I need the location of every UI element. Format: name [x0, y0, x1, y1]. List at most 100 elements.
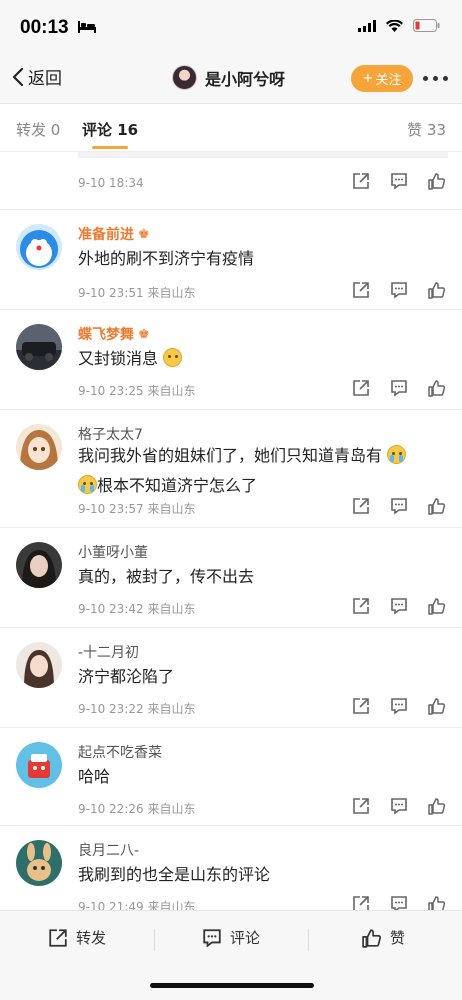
home-indicator[interactable] [150, 983, 314, 988]
comment-meta: 9-10 23:25 来自山东 [78, 384, 196, 398]
status-indicators [358, 19, 440, 32]
comment-text: 济宁都沦陷了 [78, 667, 175, 686]
comment-text: 又封锁消息 [78, 344, 438, 374]
wifi-icon [386, 19, 403, 32]
vip-crown-icon: ♚ [138, 226, 150, 242]
crying-emoji-icon [387, 445, 407, 464]
avatar[interactable] [16, 224, 62, 270]
like-icon[interactable] [428, 281, 446, 299]
comment-meta: 9-10 23:57 来自山东 [78, 502, 196, 516]
smile-emoji-icon [163, 348, 183, 367]
comment-actions [352, 497, 446, 515]
comment-actions [352, 697, 446, 715]
comment-text: 外地的刷不到济宁有疫情 [78, 249, 255, 268]
comment-icon[interactable] [390, 697, 408, 715]
commenter-name[interactable]: -十二月初 [78, 642, 139, 662]
follow-button[interactable]: + 关注 [351, 65, 413, 92]
share-icon[interactable] [352, 597, 370, 615]
user-name[interactable]: 是小阿兮呀 [205, 66, 285, 90]
avatar[interactable] [16, 840, 62, 886]
battery-low-icon [413, 19, 440, 32]
commenter-name[interactable]: 蝶飞梦舞 ♚ [78, 324, 150, 344]
comment-icon[interactable] [390, 497, 408, 515]
commenter-name[interactable]: 小董呀小董 [78, 542, 148, 562]
signal-icon [358, 19, 376, 32]
navigation-bar: 返回 是小阿兮呀 + 关注 [0, 52, 462, 104]
chevron-left-icon [12, 67, 24, 86]
share-icon[interactable] [352, 379, 370, 397]
comment-button[interactable]: 评论 [202, 927, 260, 948]
comment-text: 我问我外省的姐妹们了，她们只知道青岛有 根本不知道济宁怎么了 [78, 441, 438, 501]
like-icon[interactable] [428, 797, 446, 815]
commenter-name[interactable]: 良月二八- [78, 840, 139, 860]
comment-text: 哈哈 [78, 767, 111, 786]
comment-meta: 9-10 23:22 来自山东 [78, 702, 196, 716]
comment-item[interactable]: 格子太太7 我问我外省的姐妹们了，她们只知道青岛有 根本不知道济宁怎么了 9-1… [0, 410, 462, 528]
comment-icon[interactable] [390, 172, 408, 190]
divider [78, 152, 448, 158]
tab-bar: 转发 0 评论 16 赞 33 [0, 104, 462, 152]
comment-icon [203, 928, 221, 948]
tab-comments[interactable]: 评论 16 [82, 119, 138, 140]
divider [308, 929, 309, 951]
comment-item[interactable]: 起点不吃香菜 哈哈 9-10 22:26 来自山东 [0, 728, 462, 826]
avatar[interactable] [16, 424, 62, 470]
comment-icon[interactable] [390, 379, 408, 397]
avatar[interactable] [16, 642, 62, 688]
comment-item[interactable]: 蝶飞梦舞 ♚ 又封锁消息 9-10 23:25 来自山东 [0, 310, 462, 410]
comment-meta: 9-10 23:42 来自山东 [78, 602, 196, 616]
share-icon[interactable] [352, 697, 370, 715]
tab-repost[interactable]: 转发 0 [16, 119, 60, 140]
repost-button[interactable]: 转发 [48, 927, 106, 948]
list-item: 9-10 18:34 [0, 152, 462, 210]
divider [154, 929, 155, 951]
comment-meta: 9-10 23:51 来自山东 [78, 286, 196, 300]
avatar[interactable] [16, 742, 62, 788]
active-tab-indicator [92, 146, 128, 149]
avatar[interactable] [16, 542, 62, 588]
share-icon[interactable] [352, 797, 370, 815]
vip-crown-icon: ♚ [138, 326, 150, 342]
plus-icon: + [362, 71, 374, 86]
comment-item[interactable]: 小董呀小董 真的，被封了，传不出去 9-10 23:42 来自山东 [0, 528, 462, 628]
comment-meta: 9-10 22:26 来自山东 [78, 802, 196, 816]
comment-label: 评论 [230, 929, 261, 947]
like-icon[interactable] [428, 497, 446, 515]
comment-item[interactable]: 准备前进 ♚ 外地的刷不到济宁有疫情 9-10 23:51 来自山东 [0, 210, 462, 310]
comment-actions [352, 597, 446, 615]
like-icon[interactable] [428, 597, 446, 615]
comment-actions [352, 172, 446, 190]
comment-icon[interactable] [390, 597, 408, 615]
comment-item[interactable]: 良月二八- 我刷到的也全是山东的评论 9-10 21:49 来自山东 [0, 826, 462, 922]
comment-icon[interactable] [390, 797, 408, 815]
comment-time: 9-10 18:34 [78, 176, 144, 190]
comment-icon[interactable] [390, 281, 408, 299]
back-label: 返回 [28, 69, 62, 89]
avatar[interactable] [16, 324, 62, 370]
comment-actions [352, 281, 446, 299]
status-time: 00:13 [20, 17, 69, 38]
like-icon [362, 928, 382, 948]
more-options-icon[interactable] [423, 76, 448, 81]
comment-actions [352, 797, 446, 815]
nav-user[interactable]: 是小阿兮呀 [172, 65, 285, 90]
like-button[interactable]: 赞 [362, 927, 405, 948]
share-icon [49, 928, 67, 947]
like-icon[interactable] [428, 697, 446, 715]
follow-label: 关注 [375, 73, 402, 88]
like-icon[interactable] [428, 379, 446, 397]
user-avatar[interactable] [172, 65, 197, 90]
crying-emoji-icon [78, 475, 97, 494]
repost-label: 转发 [76, 929, 107, 947]
comment-text: 我刷到的也全是山东的评论 [78, 865, 271, 884]
comment-actions [352, 379, 446, 397]
share-icon[interactable] [352, 497, 370, 515]
back-button[interactable]: 返回 [12, 64, 62, 89]
commenter-name[interactable]: 准备前进 ♚ [78, 224, 150, 244]
commenter-name[interactable]: 起点不吃香菜 [78, 742, 162, 762]
share-icon[interactable] [352, 281, 370, 299]
tab-likes[interactable]: 赞 33 [407, 119, 446, 140]
share-icon[interactable] [352, 172, 370, 190]
comment-item[interactable]: -十二月初 济宁都沦陷了 9-10 23:22 来自山东 [0, 628, 462, 728]
like-icon[interactable] [428, 172, 446, 190]
